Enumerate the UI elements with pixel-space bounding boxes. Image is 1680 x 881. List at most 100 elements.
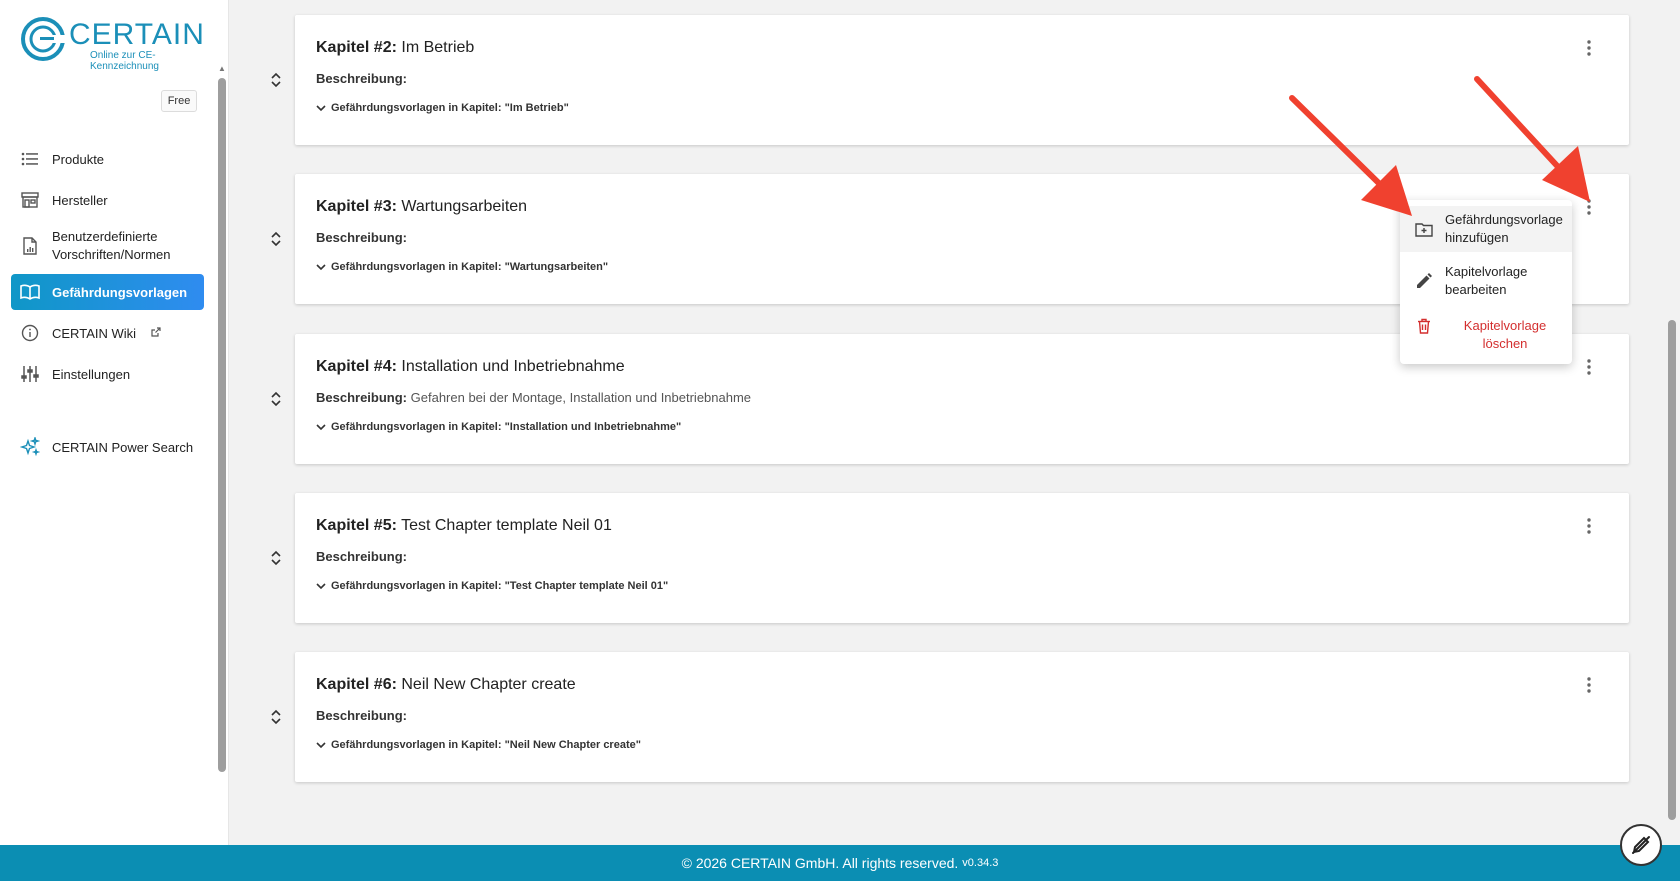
hazard-templates-label: Gefährdungsvorlagen in Kapitel: "Neil Ne… (331, 739, 641, 751)
document-chart-icon (20, 236, 40, 256)
more-vert-icon[interactable] (1579, 37, 1599, 59)
main-scrollbar[interactable] (1664, 0, 1680, 845)
chapter-context-menu: Gefährdungsvorlage hinzufügen Kapitelvor… (1400, 200, 1572, 364)
sidebar-item-label: Produkte (52, 151, 105, 167)
chapter-description: Beschreibung: (316, 708, 407, 723)
sidebar-item-label: CERTAIN Power Search (52, 439, 194, 455)
scroll-up-arrow-icon[interactable]: ▲ (218, 64, 226, 73)
chapter-description: Beschreibung: (316, 71, 407, 86)
menu-item-edit-chapter-template[interactable]: Kapitelvorlage bearbeiten (1400, 258, 1572, 304)
more-vert-icon[interactable] (1579, 356, 1599, 378)
chevron-down-icon (316, 582, 326, 589)
chevron-down-icon (316, 104, 326, 111)
sort-handle-icon[interactable] (268, 707, 284, 727)
sidebar-item-label: Einstellungen (52, 366, 131, 382)
app: CERTAIN Online zur CE-Kennzeichnung Free… (0, 0, 1680, 881)
hazard-templates-label: Gefährdungsvorlagen in Kapitel: "Test Ch… (331, 580, 669, 592)
certain-logo[interactable]: CERTAIN Online zur CE-Kennzeichnung (20, 16, 204, 72)
menu-item-label: Kapitelvorlage löschen (1463, 318, 1547, 351)
chapter-number: Kapitel #4: (316, 358, 397, 375)
description-label: Beschreibung: (316, 71, 408, 86)
description-label: Beschreibung: (316, 390, 408, 405)
chapter-description: Beschreibung: (316, 230, 407, 245)
list-icon (20, 149, 40, 169)
folder-plus-icon (1414, 219, 1434, 239)
sidebar-item-einstellungen[interactable]: Einstellungen (11, 356, 204, 392)
sidebar-scrollbar[interactable]: ▲ (216, 62, 228, 782)
description-label: Beschreibung: (316, 549, 408, 564)
sort-handle-icon[interactable] (268, 548, 284, 568)
store-icon (20, 190, 40, 210)
pencil-icon (1414, 271, 1434, 291)
chapter-name: Test Chapter template Neil 01 (401, 517, 612, 534)
brand-name: CERTAIN (69, 18, 205, 51)
chevron-down-icon (316, 423, 326, 430)
chapter-card: Kapitel #2: Im Betrieb Beschreibung: Gef… (295, 15, 1629, 145)
plan-badge: Free (161, 90, 197, 112)
more-vert-icon[interactable] (1579, 674, 1599, 696)
sidebar-scrollbar-thumb[interactable] (218, 78, 226, 772)
sidebar-item-label: Hersteller (52, 192, 108, 208)
sidebar-item-label: Gefährdungsvorlagen (52, 284, 188, 300)
more-vert-icon[interactable] (1579, 196, 1599, 218)
chapter-list: Kapitel #2: Im Betrieb Beschreibung: Gef… (230, 0, 1665, 845)
chapter-description: Beschreibung: (316, 549, 407, 564)
sidebar-item-label: CERTAIN Wiki (52, 325, 137, 341)
sidebar-item-vorschriften[interactable]: Benutzerdefinierte Vorschriften/Normen (11, 223, 204, 269)
chapter-card: Kapitel #6: Neil New Chapter create Besc… (295, 652, 1629, 782)
hazard-templates-label: Gefährdungsvorlagen in Kapitel: "Im Betr… (331, 102, 569, 114)
hazard-templates-label: Gefährdungsvorlagen in Kapitel: "Wartung… (331, 261, 609, 273)
certain-logo-icon (21, 17, 65, 61)
chapter-title: Kapitel #6: Neil New Chapter create (316, 676, 576, 694)
chapter-number: Kapitel #3: (316, 198, 397, 215)
sidebar-nav: Produkte Hersteller Benutzerdefinierte V… (11, 141, 204, 470)
menu-item-label: Gefährdungsvorlage hinzufügen (1445, 212, 1563, 245)
description-label: Beschreibung: (316, 230, 408, 245)
chapter-name: Installation und Inbetriebnahme (401, 358, 625, 375)
menu-item-delete-chapter-template[interactable]: Kapitelvorlage löschen (1400, 312, 1572, 358)
sparkle-icon (20, 437, 40, 457)
chapter-number: Kapitel #6: (316, 676, 397, 693)
sidebar-item-produkte[interactable]: Produkte (11, 141, 204, 177)
menu-item-label: Kapitelvorlage bearbeiten (1445, 264, 1528, 297)
hazard-templates-toggle[interactable]: Gefährdungsvorlagen in Kapitel: "Install… (316, 421, 681, 433)
chevron-down-icon (316, 741, 326, 748)
sort-handle-icon[interactable] (268, 389, 284, 409)
chapter-title: Kapitel #2: Im Betrieb (316, 39, 474, 57)
book-icon (20, 282, 40, 302)
sidebar-item-certain-wiki[interactable]: CERTAIN Wiki (11, 315, 204, 351)
external-link-icon (151, 326, 161, 340)
chapter-name: Im Betrieb (401, 39, 475, 56)
main-scrollbar-thumb[interactable] (1668, 320, 1676, 820)
sidebar: CERTAIN Online zur CE-Kennzeichnung Free… (0, 0, 229, 845)
sidebar-item-hersteller[interactable]: Hersteller (11, 182, 204, 218)
menu-item-add-hazard-template[interactable]: Gefährdungsvorlage hinzufügen (1400, 206, 1572, 252)
hazard-templates-toggle[interactable]: Gefährdungsvorlagen in Kapitel: "Test Ch… (316, 580, 668, 592)
hazard-templates-toggle[interactable]: Gefährdungsvorlagen in Kapitel: "Im Betr… (316, 102, 569, 114)
copyright-text: © 2026 CERTAIN GmbH. All rights reserved… (681, 855, 959, 871)
hazard-templates-toggle[interactable]: Gefährdungsvorlagen in Kapitel: "Neil Ne… (316, 739, 641, 751)
sidebar-item-power-search[interactable]: CERTAIN Power Search (11, 429, 204, 465)
sliders-icon (20, 364, 40, 384)
chapter-title: Kapitel #4: Installation und Inbetriebna… (316, 358, 625, 376)
no-pen-icon (1632, 836, 1650, 854)
feedback-fab[interactable] (1620, 824, 1662, 866)
chapter-card: Kapitel #5: Test Chapter template Neil 0… (295, 493, 1629, 623)
hazard-templates-toggle[interactable]: Gefährdungsvorlagen in Kapitel: "Wartung… (316, 261, 608, 273)
chapter-title: Kapitel #5: Test Chapter template Neil 0… (316, 517, 612, 535)
sort-handle-icon[interactable] (268, 70, 284, 90)
sidebar-item-gefaehrdungsvorlagen[interactable]: Gefährdungsvorlagen (11, 274, 204, 310)
brand-tagline: Online zur CE-Kennzeichnung (90, 50, 159, 72)
footer: © 2026 CERTAIN GmbH. All rights reserved… (0, 845, 1680, 881)
sort-handle-icon[interactable] (268, 229, 284, 249)
chapter-description: Beschreibung: Gefahren bei der Montage, … (316, 390, 751, 405)
chevron-down-icon (316, 263, 326, 270)
chapter-name: Wartungsarbeiten (401, 198, 528, 215)
chapter-number: Kapitel #2: (316, 39, 397, 56)
chapter-number: Kapitel #5: (316, 517, 397, 534)
sidebar-item-label: Benutzerdefinierte Vorschriften/Normen (52, 229, 171, 262)
description-text: Gefahren bei der Montage, Installation u… (410, 390, 752, 405)
trash-icon (1414, 316, 1434, 336)
chapter-name: Neil New Chapter create (401, 676, 576, 693)
more-vert-icon[interactable] (1579, 515, 1599, 537)
